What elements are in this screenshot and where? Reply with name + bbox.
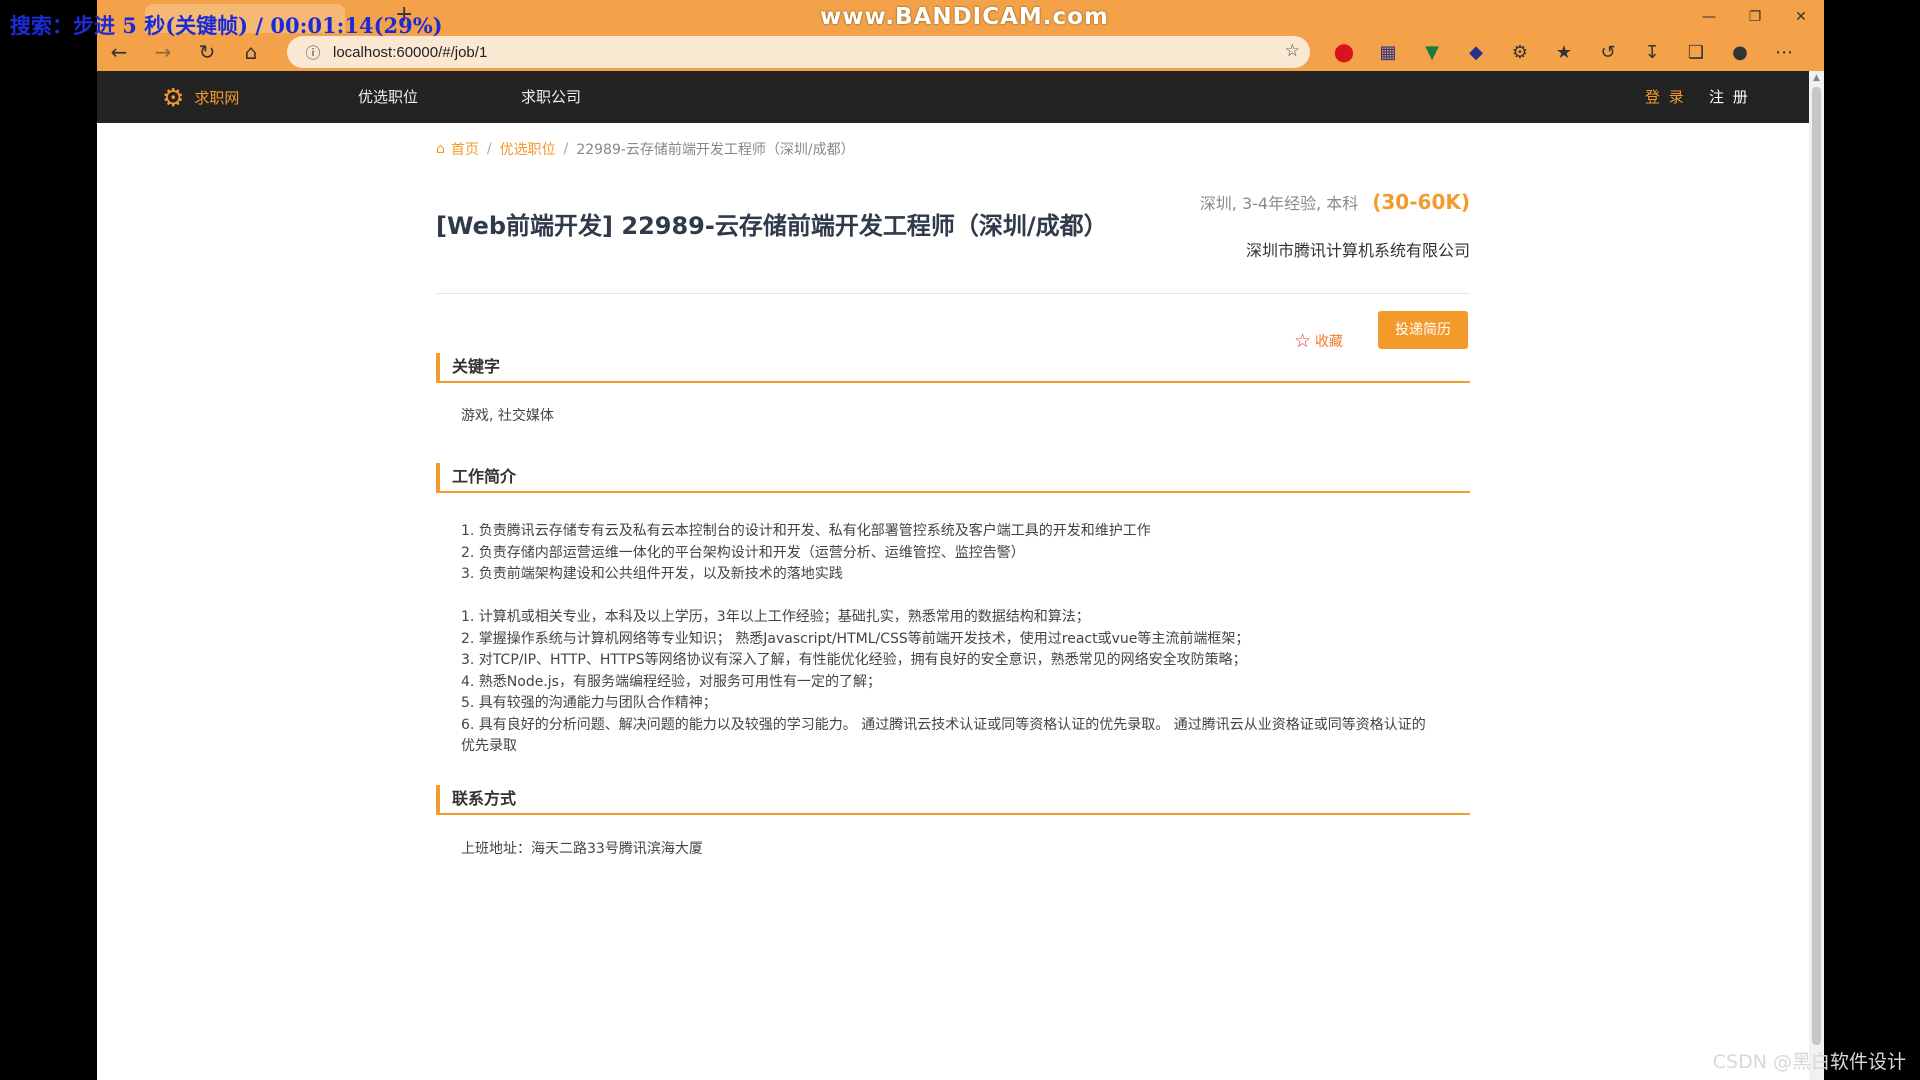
site-navbar: ⚙ 求职网 优选职位 求职公司 登 录 注 册 bbox=[97, 71, 1809, 123]
browser-window: + — ❐ ✕ ← → ↻ ⌂ ⓘ localhost:60000/#/job/… bbox=[97, 0, 1824, 1080]
address-bar[interactable]: ⓘ localhost:60000/#/job/1 ☆ bbox=[287, 36, 1310, 68]
requirement-line: 3. 对TCP/IP、HTTP、HTTPS等网络协议有深入了解，有性能优化经验，… bbox=[461, 652, 1247, 668]
breadcrumb-separator: / bbox=[486, 141, 492, 157]
job-title: [Web前端开发] 22989-云存储前端开发工程师（深圳/成都） bbox=[436, 212, 1108, 240]
extensions-icon[interactable]: ⚙ bbox=[1498, 42, 1542, 63]
info-icon[interactable]: ⓘ bbox=[297, 42, 329, 63]
requirement-line: 4. 熟悉Node.js，有服务端编程经验，对服务可用性有一定的了解； bbox=[461, 673, 881, 690]
job-requirements: 深圳, 3-4年经验, 本科 bbox=[1199, 194, 1359, 213]
requirement-line: 1. 计算机或相关专业，本科及以上学历，3年以上工作经验；基础扎实，熟悉常用的数… bbox=[461, 609, 1090, 625]
requirement-line: 2. 掌握操作系统与计算机网络等专业知识； 熟悉Javascript/HTML/… bbox=[461, 630, 1250, 647]
profile-avatar-icon[interactable]: ● bbox=[1718, 42, 1762, 63]
extension-badge-icon[interactable]: ◆ bbox=[1454, 42, 1498, 63]
company-name[interactable]: 深圳市腾讯计算机系统有限公司 bbox=[1246, 237, 1470, 261]
collections-icon[interactable]: ❏ bbox=[1674, 42, 1718, 63]
vue-devtools-icon[interactable]: ▼ bbox=[1410, 42, 1454, 63]
breadcrumb-section[interactable]: 优选职位 bbox=[500, 139, 556, 159]
keywords-text: 游戏, 社交媒体 bbox=[461, 408, 554, 424]
scroll-thumb[interactable] bbox=[1812, 87, 1821, 1045]
job-meta: 深圳, 3-4年经验, 本科 (30-60K) bbox=[1200, 190, 1470, 214]
extension-bar: ⬤ ▦ ▼ ◆ ⚙ ★ ↺ ↧ ❏ ● ⋯ bbox=[1322, 33, 1806, 71]
csdn-watermark: CSDN @黑白软件设计 bbox=[1712, 1051, 1906, 1073]
requirement-line: 6. 具有良好的分析问题、解决问题的能力以及较强的学习能力。 通过腾讯云技术认证… bbox=[461, 716, 1426, 733]
requirement-line: 5. 具有较强的沟通能力与团队合作精神； bbox=[461, 695, 717, 711]
breadcrumb-separator: / bbox=[563, 141, 569, 157]
contact-text: 上班地址：海天二路33号腾讯滨海大厦 bbox=[461, 841, 703, 857]
address-url[interactable]: localhost:60000/#/job/1 bbox=[333, 44, 487, 61]
register-link[interactable]: 注 册 bbox=[1709, 71, 1750, 123]
gear-logo-icon: ⚙ bbox=[162, 82, 185, 112]
section-contact-title: 联系方式 bbox=[436, 785, 1470, 815]
description-text: 1. 负责腾讯云存储专有云及私有云本控制台的设计和开发、私有化部署管控系统及客户… bbox=[461, 521, 1426, 758]
restore-icon[interactable]: ❐ bbox=[1732, 0, 1778, 33]
scroll-up-icon[interactable]: ▲ bbox=[1809, 73, 1824, 83]
duty-line: 3. 负责前端架构建设和公共组件开发，以及新技术的落地实践 bbox=[461, 566, 843, 582]
apply-resume-button[interactable]: 投递简历 bbox=[1378, 311, 1468, 349]
site-brand[interactable]: ⚙ 求职网 bbox=[162, 71, 239, 123]
favorite-label: 收藏 bbox=[1315, 334, 1344, 350]
history-icon[interactable]: ↺ bbox=[1586, 42, 1630, 63]
brand-label: 求职网 bbox=[194, 88, 240, 107]
close-icon[interactable]: ✕ bbox=[1778, 0, 1824, 33]
breadcrumb: ⌂ 首页 / 优选职位 / 22989-云存储前端开发工程师（深圳/成都） bbox=[436, 139, 855, 159]
duty-line: 2. 负责存储内部运营运维一体化的平台架构设计和开发（运营分析、运维管控、监控告… bbox=[461, 544, 1025, 561]
downloads-icon[interactable]: ↧ bbox=[1630, 42, 1674, 63]
nav-companies[interactable]: 求职公司 bbox=[521, 71, 581, 123]
translate-extension-icon[interactable]: ▦ bbox=[1366, 42, 1410, 63]
requirement-line: 优先录取 bbox=[461, 738, 517, 754]
adblock-extension-icon[interactable]: ⬤ bbox=[1322, 42, 1366, 63]
breadcrumb-current: 22989-云存储前端开发工程师（深圳/成都） bbox=[576, 142, 855, 158]
breadcrumb-home[interactable]: 首页 bbox=[451, 139, 479, 159]
divider bbox=[436, 293, 1470, 294]
home-crumb-icon[interactable]: ⌂ bbox=[436, 141, 445, 157]
section-description-title: 工作简介 bbox=[436, 463, 1470, 493]
nav-featured-jobs[interactable]: 优选职位 bbox=[358, 71, 418, 123]
login-link[interactable]: 登 录 bbox=[1645, 71, 1686, 123]
web-page: ⚙ 求职网 优选职位 求职公司 登 录 注 册 ⌂ 首页 / 优选职位 / 22… bbox=[97, 71, 1809, 1080]
section-keywords-title: 关键字 bbox=[436, 353, 1470, 383]
window-controls: — ❐ ✕ bbox=[1686, 0, 1824, 33]
recorder-search-overlay: 搜索：步进 5 秒(关键帧) / 00:01:14(29%) bbox=[10, 13, 443, 38]
star-icon: ☆ bbox=[1294, 330, 1312, 352]
page-scrollbar[interactable]: ▲ bbox=[1809, 71, 1824, 1080]
bandicam-watermark: www.BANDICAM.com bbox=[820, 4, 1109, 30]
add-favorite-icon[interactable]: ☆ bbox=[1285, 41, 1300, 61]
more-menu-icon[interactable]: ⋯ bbox=[1762, 42, 1806, 63]
job-salary: (30-60K) bbox=[1372, 190, 1470, 214]
duty-line: 1. 负责腾讯云存储专有云及私有云本控制台的设计和开发、私有化部署管控系统及客户… bbox=[461, 523, 1151, 539]
minimize-icon[interactable]: — bbox=[1686, 0, 1732, 33]
favorites-icon[interactable]: ★ bbox=[1542, 42, 1586, 63]
